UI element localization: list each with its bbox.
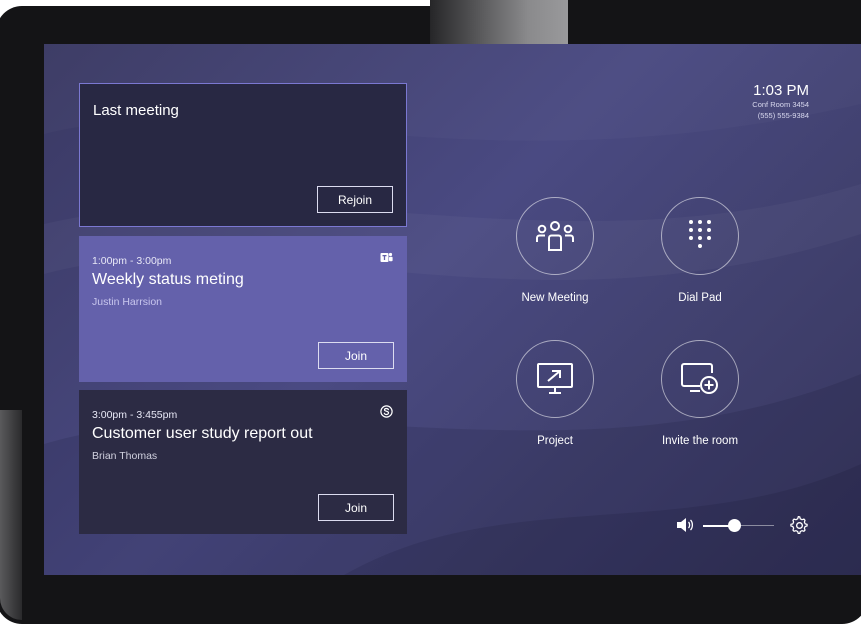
last-meeting-title: Last meeting bbox=[93, 102, 179, 119]
join-button[interactable]: Join bbox=[318, 494, 394, 521]
meeting-card-weekly-status[interactable]: 1:00pm - 3:00pm Weekly status meting Jus… bbox=[79, 236, 407, 382]
meeting-time: 1:00pm - 3:00pm bbox=[92, 255, 172, 267]
new-meeting-label: New Meeting bbox=[521, 292, 589, 304]
dial-pad-label: Dial Pad bbox=[678, 292, 722, 304]
volume-slider[interactable] bbox=[703, 519, 774, 532]
meeting-title: Customer user study report out bbox=[92, 425, 313, 442]
invite-room-icon bbox=[681, 363, 718, 394]
project-button[interactable]: Project bbox=[495, 340, 615, 447]
rejoin-button[interactable]: Rejoin bbox=[317, 186, 393, 213]
volume-icon[interactable] bbox=[676, 517, 694, 533]
meeting-organizer: Justin Harrsion bbox=[92, 296, 163, 308]
meeting-card-customer-study[interactable]: 3:00pm - 3:455pm Customer user study rep… bbox=[79, 390, 407, 534]
meeting-organizer: Brian Thomas bbox=[92, 450, 158, 462]
invite-room-circle[interactable] bbox=[661, 340, 739, 418]
invite-room-button[interactable]: Invite the room bbox=[640, 340, 760, 447]
gear-icon[interactable] bbox=[790, 516, 809, 535]
invite-room-label: Invite the room bbox=[661, 435, 739, 447]
project-circle[interactable] bbox=[516, 340, 594, 418]
meeting-time: 3:00pm - 3:455pm bbox=[92, 409, 178, 421]
bezel-glare bbox=[430, 0, 570, 44]
join-button[interactable]: Join bbox=[318, 342, 394, 369]
people-icon bbox=[536, 221, 574, 251]
room-phone: (555) 555-9384 bbox=[757, 111, 809, 120]
project-label: Project bbox=[537, 435, 573, 447]
new-meeting-button[interactable]: New Meeting bbox=[495, 197, 615, 304]
project-screen-icon bbox=[537, 363, 573, 394]
dial-pad-circle[interactable] bbox=[661, 197, 739, 275]
dialpad-icon bbox=[689, 220, 711, 248]
meeting-title: Weekly status meting bbox=[92, 271, 244, 288]
room-name: Conf Room 3454 bbox=[752, 100, 809, 109]
teams-icon bbox=[380, 252, 393, 262]
skype-icon bbox=[380, 405, 393, 418]
dial-pad-button[interactable]: Dial Pad bbox=[640, 197, 760, 304]
bezel-top bbox=[568, 0, 861, 44]
clock-time: 1:03 PM bbox=[753, 82, 809, 99]
room-console-screen: Last meeting Rejoin 1:00pm - 3:00pm Week… bbox=[44, 44, 861, 575]
last-meeting-card: Last meeting Rejoin bbox=[79, 83, 407, 227]
device-stand bbox=[0, 410, 22, 620]
new-meeting-circle[interactable] bbox=[516, 197, 594, 275]
room-status: 1:03 PM Conf Room 3454 (555) 555-9384 bbox=[752, 82, 809, 121]
